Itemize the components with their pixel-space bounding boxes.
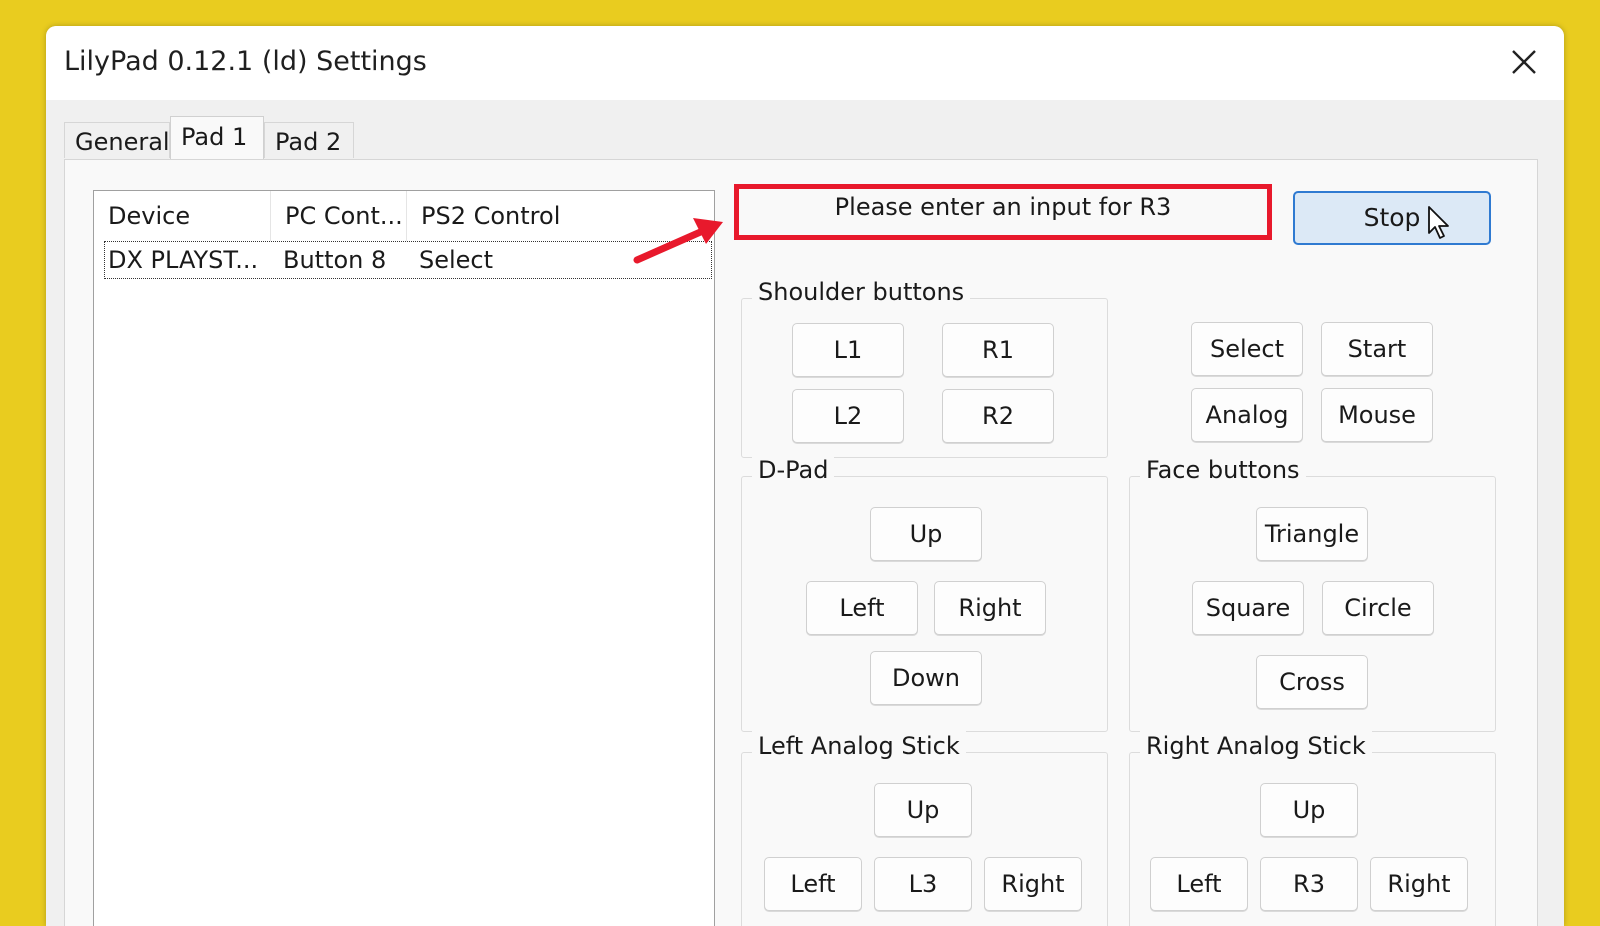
right-stick-left-button[interactable]: Left [1150, 857, 1248, 911]
dpad-left-button[interactable]: Left [806, 581, 918, 635]
table-row[interactable]: DX PLAYST... Button 8 Select [104, 241, 712, 279]
tab-general[interactable]: General [64, 122, 170, 158]
triangle-button[interactable]: Triangle [1256, 507, 1368, 561]
l2-button[interactable]: L2 [792, 389, 904, 443]
l1-button[interactable]: L1 [792, 323, 904, 377]
row-pc-control: Button 8 [283, 246, 387, 274]
cross-button[interactable]: Cross [1256, 655, 1368, 709]
r1-button[interactable]: R1 [942, 323, 1054, 377]
dpad-right-button[interactable]: Right [934, 581, 1046, 635]
tab-pad-2[interactable]: Pad 2 [264, 122, 354, 158]
list-header: Device PC Cont... PS2 Control [94, 191, 714, 241]
dpad-down-button[interactable]: Down [870, 651, 982, 705]
bindings-list[interactable]: Device PC Cont... PS2 Control DX PLAYST.… [93, 190, 715, 926]
r3-button[interactable]: R3 [1260, 857, 1358, 911]
column-pc-control[interactable]: PC Cont... [271, 191, 407, 241]
stop-button[interactable]: Stop [1293, 191, 1491, 245]
column-device[interactable]: Device [94, 191, 271, 241]
dpad-label: D-Pad [752, 455, 835, 485]
row-device: DX PLAYST... [108, 246, 259, 274]
column-ps2-control[interactable]: PS2 Control [407, 191, 607, 241]
square-button[interactable]: Square [1192, 581, 1304, 635]
left-analog-stick-label: Left Analog Stick [752, 731, 966, 761]
dpad-group: D-Pad Up Left Right Down [741, 455, 1108, 732]
title-bar: LilyPad 0.12.1 (ld) Settings [46, 26, 1564, 100]
row-ps2-control: Select [419, 246, 494, 274]
right-analog-stick-label: Right Analog Stick [1140, 731, 1372, 761]
face-buttons-group: Face buttons Triangle Square Circle Cros… [1129, 455, 1496, 732]
circle-button[interactable]: Circle [1322, 581, 1434, 635]
close-icon[interactable] [1502, 40, 1546, 84]
settings-window: LilyPad 0.12.1 (ld) Settings General Pad… [46, 26, 1564, 926]
right-stick-up-button[interactable]: Up [1260, 783, 1358, 837]
face-buttons-label: Face buttons [1140, 455, 1306, 485]
analog-button[interactable]: Analog [1191, 388, 1303, 442]
r2-button[interactable]: R2 [942, 389, 1054, 443]
pad-1-panel: Device PC Cont... PS2 Control DX PLAYST.… [64, 159, 1538, 926]
left-stick-right-button[interactable]: Right [984, 857, 1082, 911]
shoulder-buttons-label: Shoulder buttons [752, 277, 971, 307]
shoulder-buttons-group: Shoulder buttons L1 R1 L2 R2 [741, 277, 1108, 458]
select-button[interactable]: Select [1191, 322, 1303, 376]
left-stick-up-button[interactable]: Up [874, 783, 972, 837]
input-prompt: Please enter an input for R3 [734, 184, 1272, 240]
tab-pad-1[interactable]: Pad 1 [170, 116, 264, 160]
left-stick-left-button[interactable]: Left [764, 857, 862, 911]
mouse-pointer-icon [1427, 205, 1451, 245]
right-stick-right-button[interactable]: Right [1370, 857, 1468, 911]
dpad-up-button[interactable]: Up [870, 507, 982, 561]
window-title: LilyPad 0.12.1 (ld) Settings [64, 46, 427, 77]
l3-button[interactable]: L3 [874, 857, 972, 911]
start-button[interactable]: Start [1321, 322, 1433, 376]
mouse-button[interactable]: Mouse [1321, 388, 1433, 442]
